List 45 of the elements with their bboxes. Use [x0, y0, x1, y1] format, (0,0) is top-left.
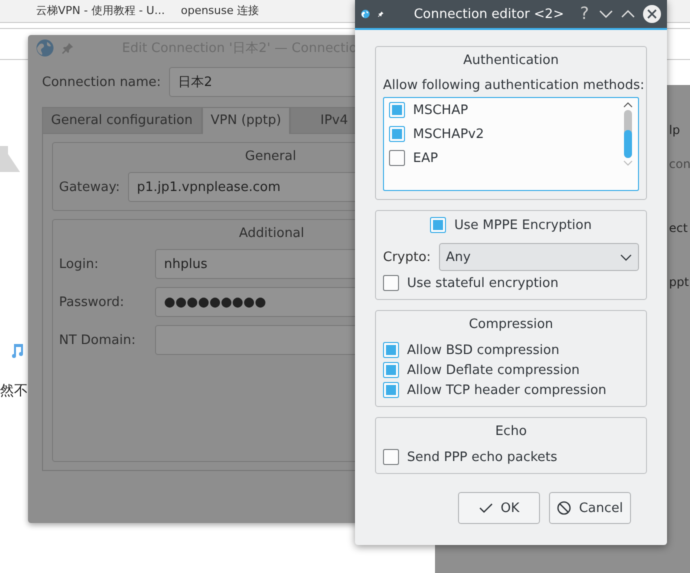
field-label: NT Domain: [59, 332, 137, 348]
help-button[interactable]: ? [578, 4, 591, 24]
group-title: Echo [494, 424, 528, 439]
window-text: con [669, 157, 690, 171]
crypto-dropdown[interactable]: Any [438, 243, 639, 271]
checkbox[interactable]: MSCHAPv2 [389, 126, 622, 142]
field-label: Gateway: [59, 180, 120, 194]
tab[interactable]: VPN (pptp) [202, 107, 290, 134]
method-list[interactable]: MSCHAP MSCHAPv2 EAP [383, 97, 639, 191]
scroll-up-icon[interactable] [623, 102, 633, 108]
group-title: Additional [239, 226, 304, 241]
checkbox[interactable]: EAP [389, 150, 622, 166]
checkbox[interactable]: Allow BSD compression [383, 342, 639, 358]
field-label: Crypto: [383, 250, 431, 264]
globe-icon [36, 39, 54, 57]
maximize-button[interactable] [621, 10, 635, 18]
chevron-down-icon [599, 10, 613, 18]
minimize-button[interactable] [599, 10, 613, 18]
checkbox[interactable]: Use MPPE Encryption [430, 217, 592, 233]
window-text: lp [669, 123, 680, 137]
field-label: Connection name: [42, 74, 161, 90]
group-title: Compression [468, 317, 554, 332]
checkbox[interactable]: Allow Deflate compression [383, 362, 639, 378]
cancel-icon [556, 501, 571, 515]
group-title: Authentication [462, 53, 560, 68]
field-label: Password: [59, 294, 126, 310]
window-text: ect [669, 221, 688, 235]
checkbox[interactable]: Allow TCP header compression [383, 382, 639, 398]
checkbox[interactable]: MSCHAP [389, 102, 622, 118]
chevron-up-icon [621, 10, 635, 18]
cancel-button[interactable]: Cancel [549, 492, 631, 524]
window-text: ppt [669, 275, 689, 289]
browser-tab[interactable]: 云梯VPN - 使用教程 - U... [36, 4, 165, 18]
close-icon [643, 5, 661, 23]
checkbox[interactable]: Send PPP echo packets [383, 449, 639, 465]
ok-button[interactable]: OK [458, 492, 540, 524]
close-button[interactable] [643, 5, 661, 23]
check-icon [478, 503, 493, 513]
field-label: Login: [59, 256, 100, 272]
chevron-down-icon [620, 254, 632, 260]
browser-tab[interactable]: opensuse 连接 [180, 4, 260, 18]
page-text: 然不 [0, 382, 28, 400]
music-note-icon [10, 342, 24, 358]
group-title: General [245, 149, 296, 164]
window-title: Connection editor <2> [414, 6, 564, 22]
